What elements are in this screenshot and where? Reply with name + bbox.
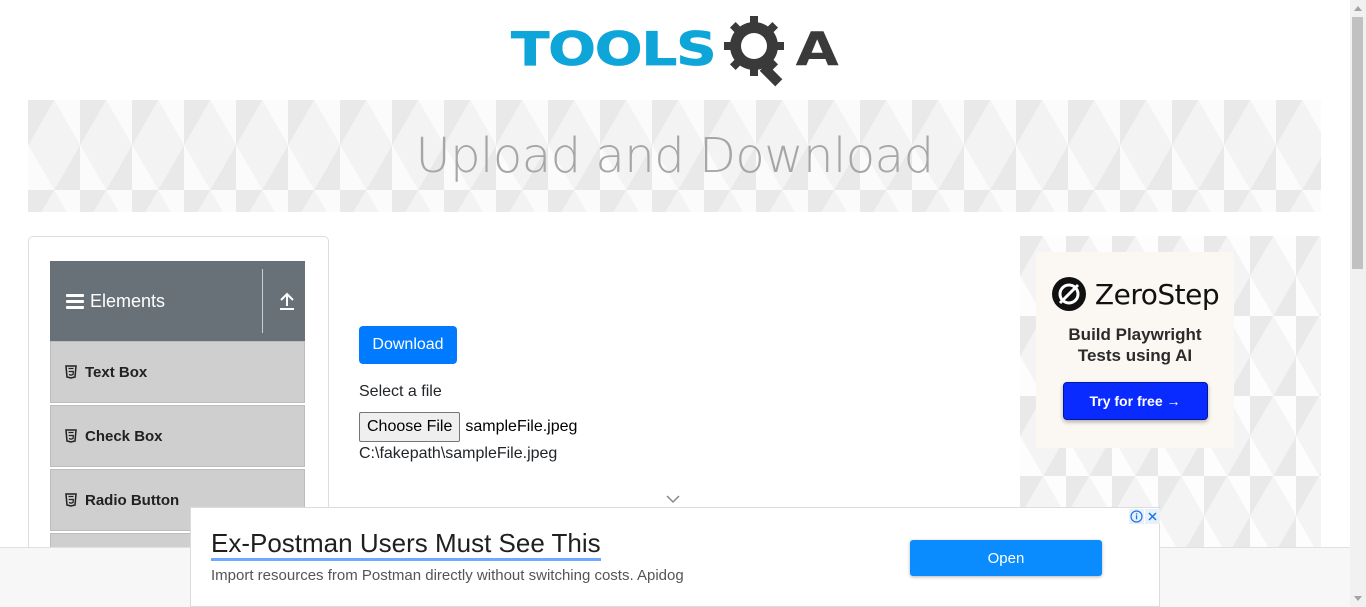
logo-gear-q: A bbox=[720, 12, 839, 88]
try-for-free-button[interactable]: Try for free → bbox=[1062, 382, 1208, 420]
logo-letter: A bbox=[795, 22, 839, 77]
ad-info-icon[interactable] bbox=[1129, 509, 1144, 524]
collapse-arrow-icon[interactable] bbox=[276, 291, 298, 313]
sidebar-item-text-box[interactable]: Text Box bbox=[50, 341, 305, 403]
file-input[interactable]: Choose File sampleFile.jpeg bbox=[359, 412, 577, 442]
scroll-up-arrow-icon[interactable] bbox=[1354, 5, 1362, 11]
choose-file-button[interactable]: Choose File bbox=[359, 412, 461, 442]
page-title: Upload and Download bbox=[415, 128, 934, 184]
sidebar-item-label: Check Box bbox=[85, 427, 163, 445]
html5-icon bbox=[65, 365, 77, 379]
zerostep-ad[interactable]: ZeroStep Build Playwright Tests using AI… bbox=[1036, 252, 1234, 448]
zerostep-logo-icon bbox=[1051, 277, 1086, 311]
uploaded-file-path: C:\fakepath\sampleFile.jpeg bbox=[359, 445, 558, 462]
site-header: TOOLS A bbox=[0, 0, 1350, 100]
chosen-file-name: sampleFile.jpeg bbox=[465, 418, 578, 435]
logo-text: TOOLS bbox=[511, 22, 717, 77]
gear-magnifier-icon bbox=[723, 16, 784, 87]
sidebar-item-label: Text Box bbox=[85, 363, 148, 381]
ad-headline[interactable]: Ex-Postman Users Must See This bbox=[211, 528, 601, 561]
sidebar-item-label: Radio Button bbox=[85, 491, 180, 509]
toolsqa-logo[interactable]: TOOLS A bbox=[511, 10, 839, 90]
hamburger-icon bbox=[66, 293, 84, 309]
group-title: Elements bbox=[90, 290, 166, 311]
bottom-ad[interactable]: Ex-Postman Users Must See This Import re… bbox=[190, 507, 1160, 607]
download-button[interactable]: Download bbox=[359, 326, 457, 364]
zerostep-tagline: Build Playwright Tests using AI bbox=[1068, 325, 1202, 365]
html5-icon bbox=[65, 493, 77, 507]
page-banner: Upload and Download bbox=[28, 100, 1321, 212]
zerostep-brand: ZeroStep bbox=[1036, 276, 1234, 312]
scrollbar-thumb[interactable] bbox=[1352, 17, 1363, 269]
select-file-label: Select a file bbox=[359, 383, 442, 400]
chevron-down-icon[interactable] bbox=[666, 494, 680, 504]
html5-icon bbox=[65, 429, 77, 443]
zerostep-name: ZeroStep bbox=[1094, 277, 1220, 311]
elements-group-header[interactable]: Elements bbox=[50, 261, 305, 341]
scroll-down-arrow-icon[interactable] bbox=[1354, 596, 1362, 602]
ad-description: Import resources from Postman directly w… bbox=[211, 567, 684, 584]
divider bbox=[262, 269, 263, 333]
sidebar-item-check-box[interactable]: Check Box bbox=[50, 405, 305, 467]
close-icon[interactable] bbox=[1145, 509, 1160, 524]
ad-open-button[interactable]: Open bbox=[910, 540, 1102, 576]
